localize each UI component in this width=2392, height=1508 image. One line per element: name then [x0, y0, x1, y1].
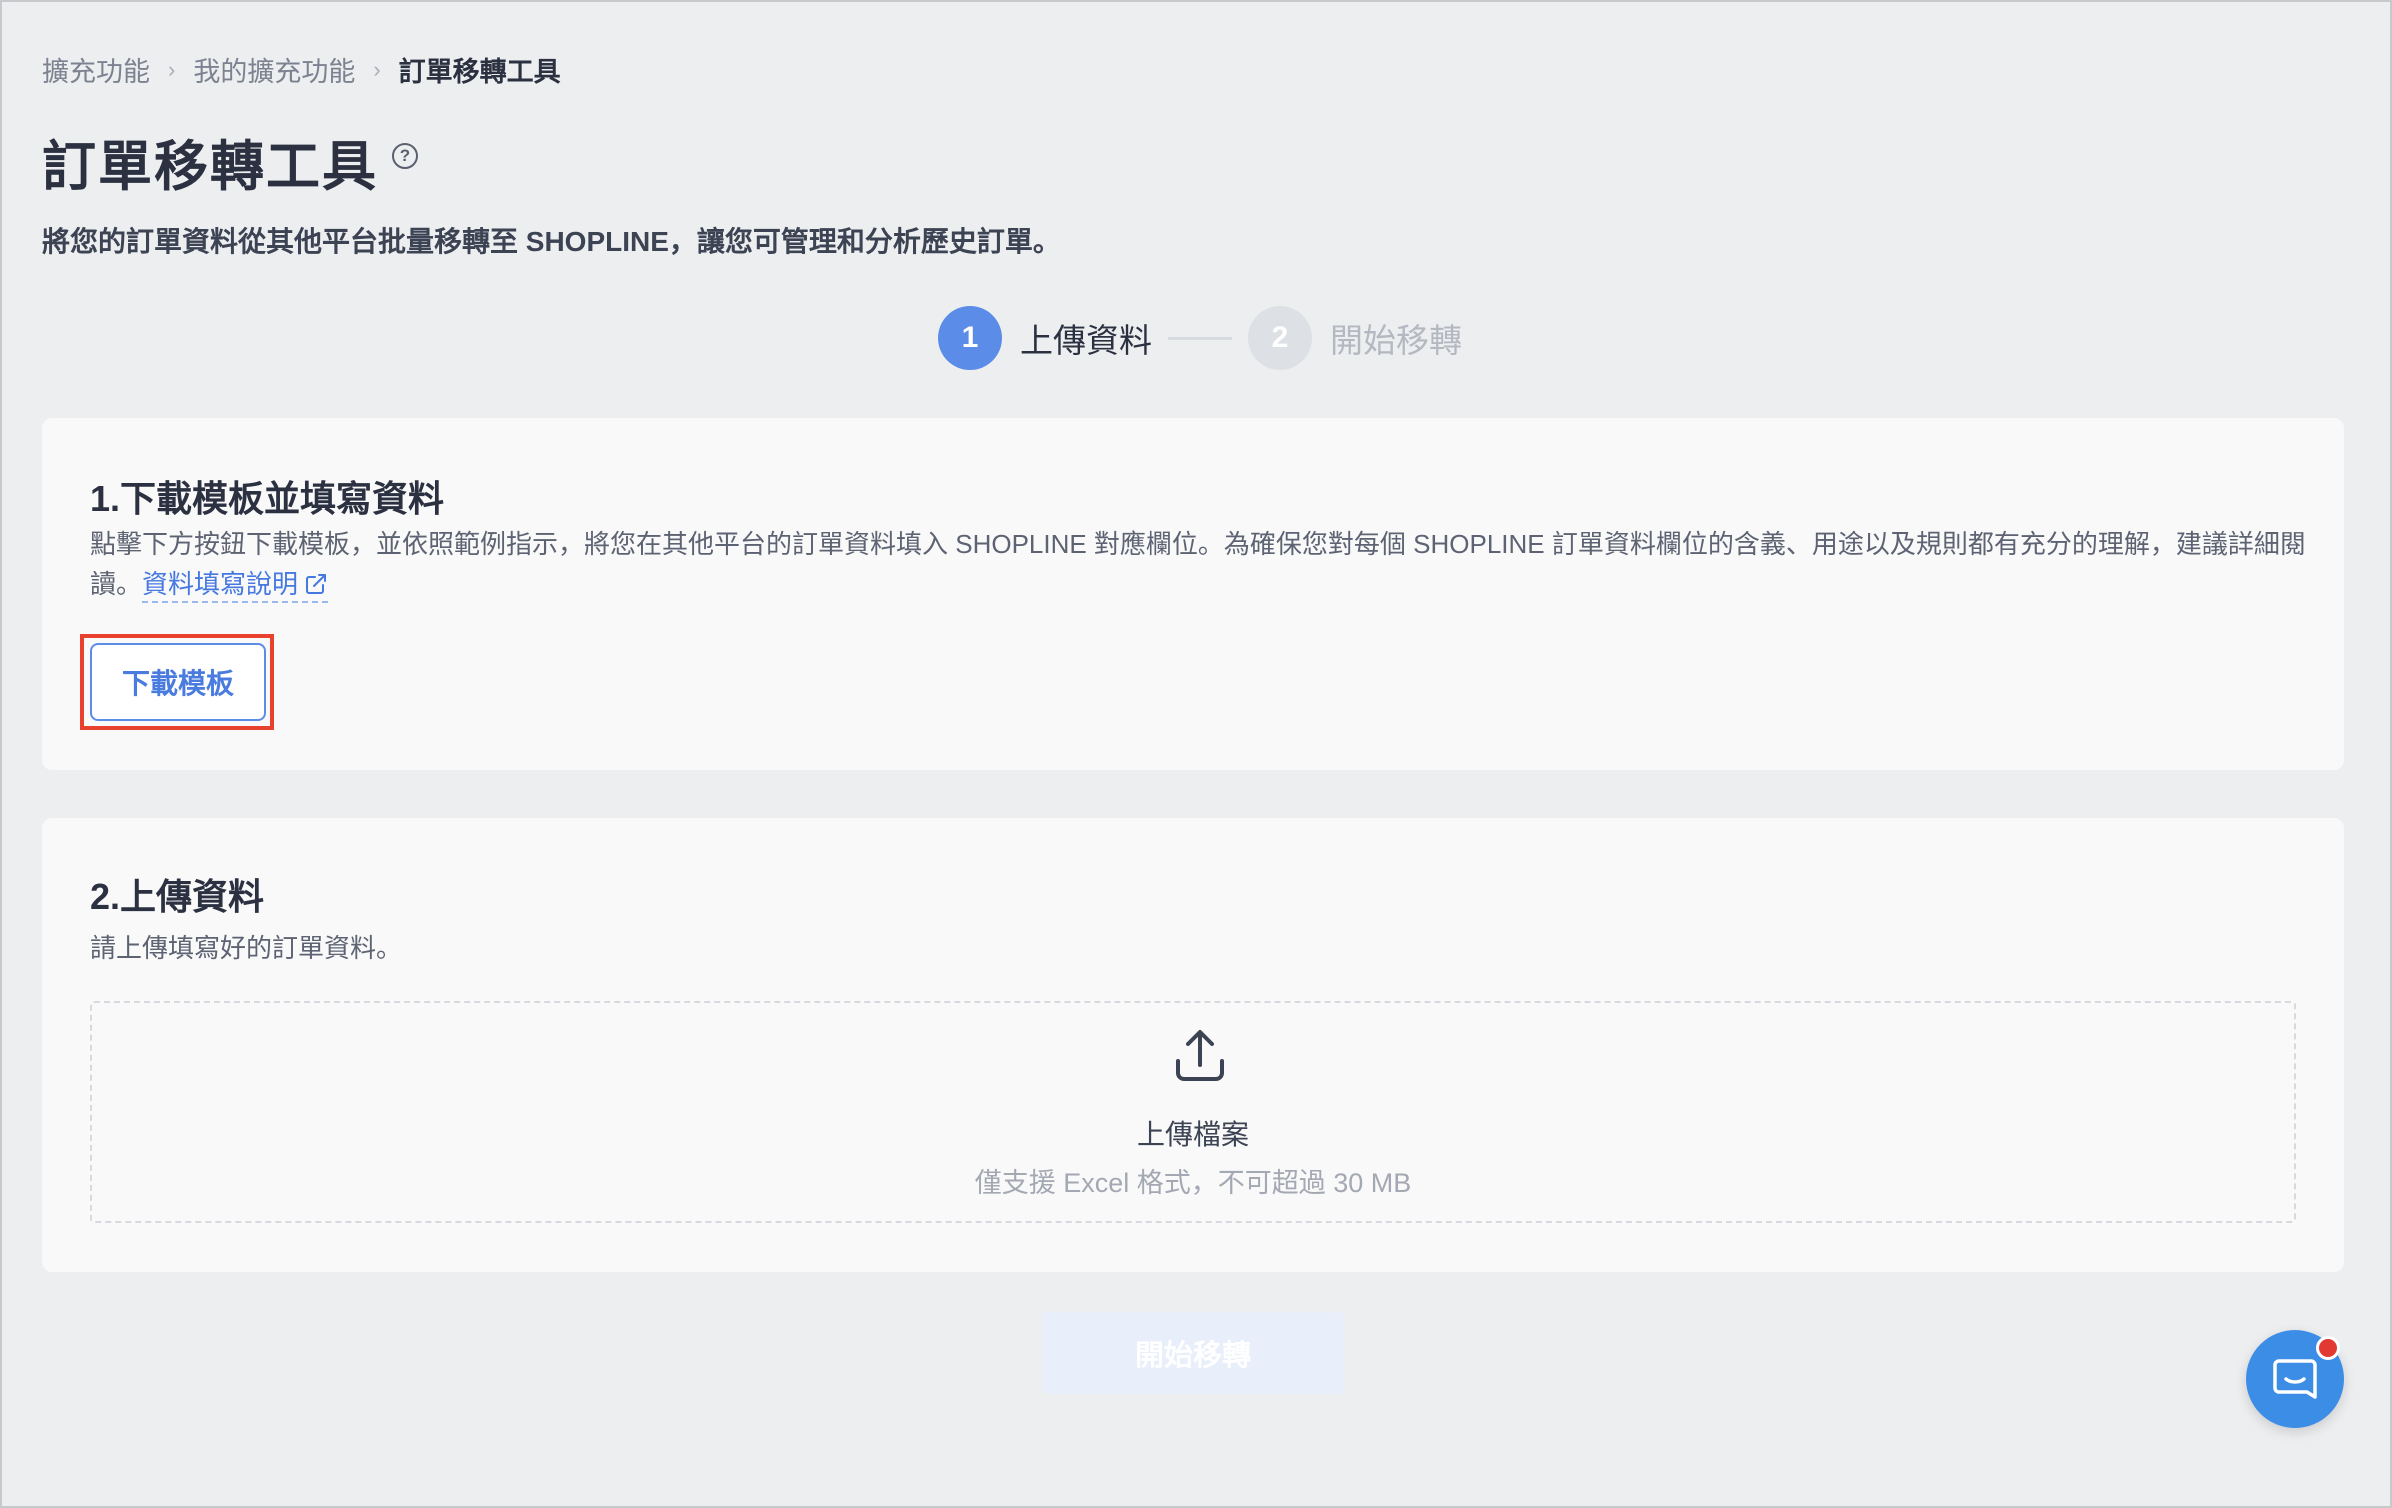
- breadcrumb-item-my-extensions[interactable]: 我的擴充功能: [193, 50, 355, 89]
- section-1-description-text: 點擊下方按鈕下載模板，並依照範例指示，將您在其他平台的訂單資料填入 SHOPLI…: [90, 529, 2306, 599]
- upload-data-card: 2.上傳資料 請上傳填寫好的訂單資料。 上傳檔案 僅支援 Excel 格式，不可…: [42, 818, 2344, 1272]
- help-icon[interactable]: ?: [392, 143, 418, 169]
- section-1-title: 1.下載模板並填寫資料: [90, 478, 445, 519]
- chat-icon: [2273, 1359, 2317, 1399]
- data-guide-link-label: 資料填寫說明: [142, 569, 299, 599]
- breadcrumb-item-extensions[interactable]: 擴充功能: [42, 50, 150, 89]
- upload-icon: [1176, 1030, 1224, 1081]
- page-title: 訂單移轉工具: [42, 137, 378, 197]
- section-2-description: 請上傳填寫好的訂單資料。: [90, 933, 403, 963]
- breadcrumb-separator-icon: ›: [373, 56, 381, 82]
- section-2-title: 2.上傳資料: [90, 876, 265, 917]
- section-1-description: 點擊下方按鈕下載模板，並依照範例指示，將您在其他平台的訂單資料填入 SHOPLI…: [90, 524, 2310, 604]
- chat-launcher-button[interactable]: [2246, 1330, 2344, 1428]
- download-template-card: 1.下載模板並填寫資料 點擊下方按鈕下載模板，並依照範例指示，將您在其他平台的訂…: [42, 418, 2344, 770]
- stepper: 1 上傳資料 2 開始移轉: [938, 306, 1462, 370]
- step-connector: [1168, 336, 1232, 340]
- step-1-label: 上傳資料: [1020, 322, 1152, 359]
- breadcrumb: 擴充功能 › 我的擴充功能 › 訂單移轉工具: [42, 50, 561, 89]
- file-upload-dropzone[interactable]: 上傳檔案 僅支援 Excel 格式，不可超過 30 MB: [90, 1001, 2296, 1223]
- upload-hint: 僅支援 Excel 格式，不可超過 30 MB: [974, 1168, 1412, 1198]
- step-1-indicator: 1: [938, 306, 1002, 370]
- breadcrumb-separator-icon: ›: [168, 56, 176, 82]
- breadcrumb-current: 訂單移轉工具: [398, 57, 561, 87]
- download-template-button[interactable]: 下載模板: [90, 643, 266, 721]
- start-migration-button[interactable]: 開始移轉: [1042, 1312, 1344, 1394]
- external-link-icon: [306, 574, 327, 594]
- step-2-indicator: 2: [1248, 306, 1312, 370]
- page-subtitle: 將您的訂單資料從其他平台批量移轉至 SHOPLINE，讓您可管理和分析歷史訂單。: [42, 226, 1061, 257]
- step-2-label: 開始移轉: [1330, 322, 1462, 359]
- notification-badge: [2316, 1336, 2340, 1360]
- page: 擴充功能 › 我的擴充功能 › 訂單移轉工具 訂單移轉工具 ? 將您的訂單資料從…: [2, 2, 2390, 1506]
- upload-title: 上傳檔案: [1136, 1119, 1249, 1150]
- data-guide-link[interactable]: 資料填寫說明: [142, 569, 329, 603]
